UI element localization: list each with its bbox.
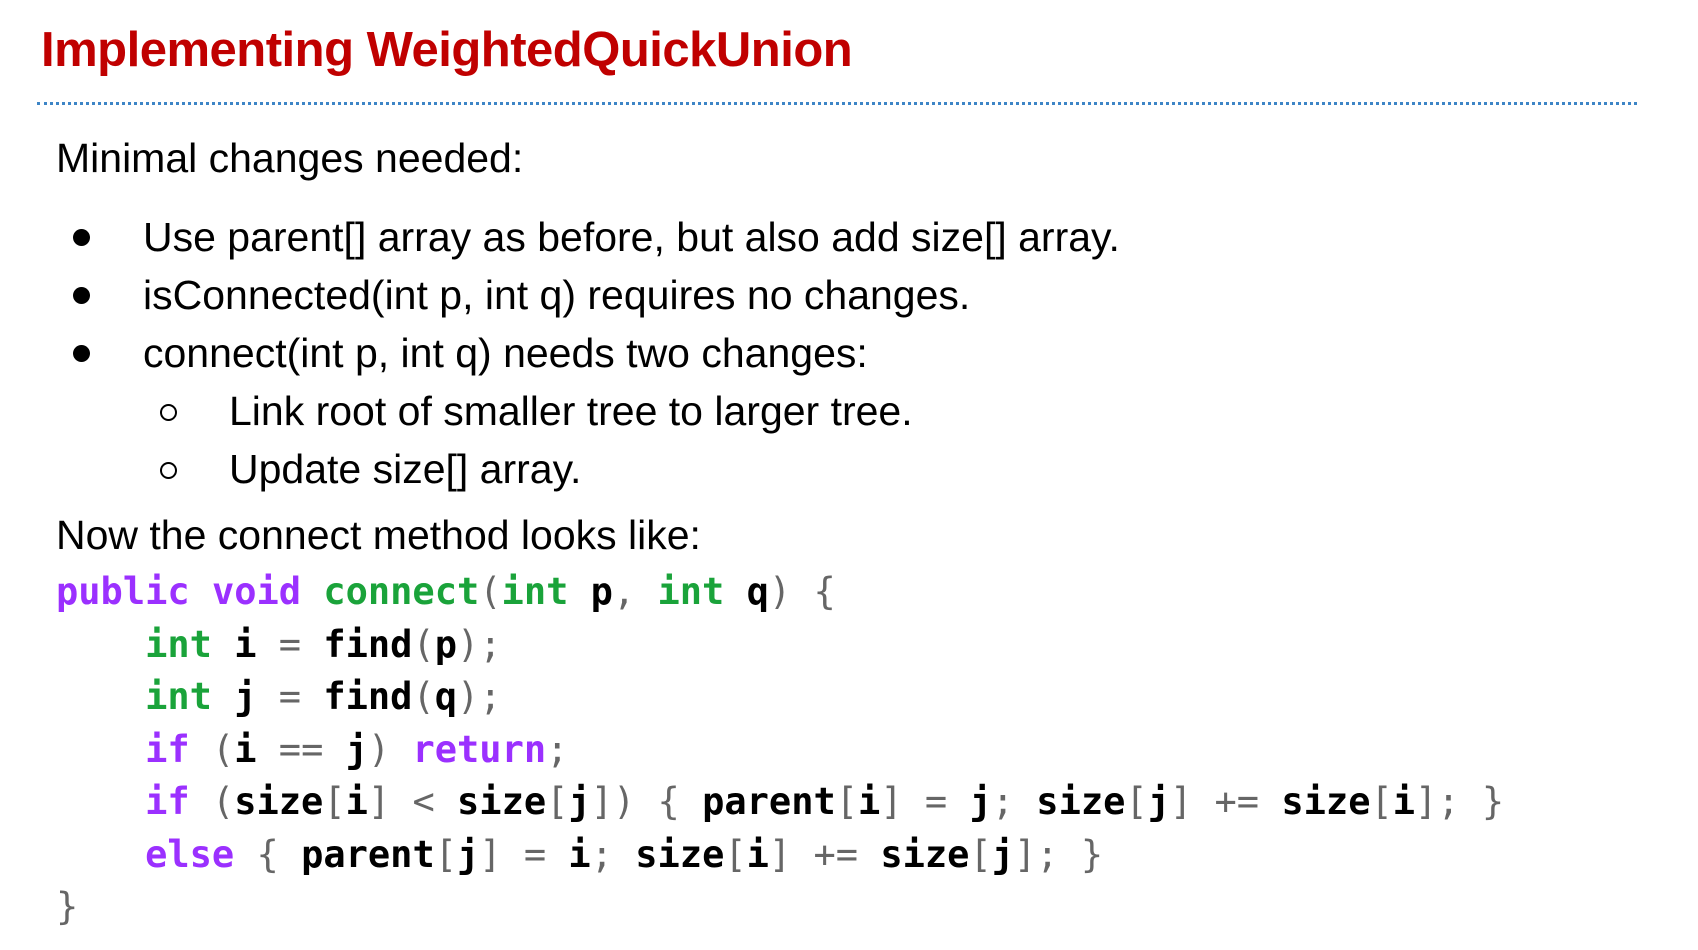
slide-title: Implementing WeightedQuickUnion (41, 23, 853, 77)
intro-text: Minimal changes needed: (56, 135, 524, 181)
bullet-text: isConnected(int p, int q) requires no ch… (143, 272, 971, 318)
code-line: int i = find(p); (145, 622, 502, 666)
code-line: if (size[i] < size[j]) { parent[i] = j; … (145, 780, 1505, 823)
bullet-dot-icon (73, 229, 90, 246)
bullet-dot-icon (73, 287, 90, 304)
bullet-text: Use parent[] array as before, but also a… (143, 214, 1120, 260)
code-line: else { parent[j] = i; size[i] += size[j]… (145, 832, 1104, 876)
code-line: if (i == j) return; (145, 727, 569, 771)
hollow-circle-icon (160, 462, 177, 479)
title-divider (37, 102, 1637, 105)
hollow-circle-icon (160, 404, 177, 421)
bullet-dot-icon (73, 345, 90, 362)
sub-bullet-text: Link root of smaller tree to larger tree… (229, 388, 913, 434)
code-line: } (56, 885, 79, 928)
code-line: public void connect(int p, int q) { (56, 570, 836, 613)
bullet-text: connect(int p, int q) needs two changes: (143, 330, 868, 376)
code-line: int j = find(q); (145, 675, 502, 718)
slide: Implementing WeightedQuickUnion Minimal … (0, 0, 1698, 950)
code-block: public void connect(int p, int q) { int … (56, 566, 1504, 934)
outro-text: Now the connect method looks like: (56, 512, 701, 558)
sub-bullet-text: Update size[] array. (229, 446, 582, 492)
